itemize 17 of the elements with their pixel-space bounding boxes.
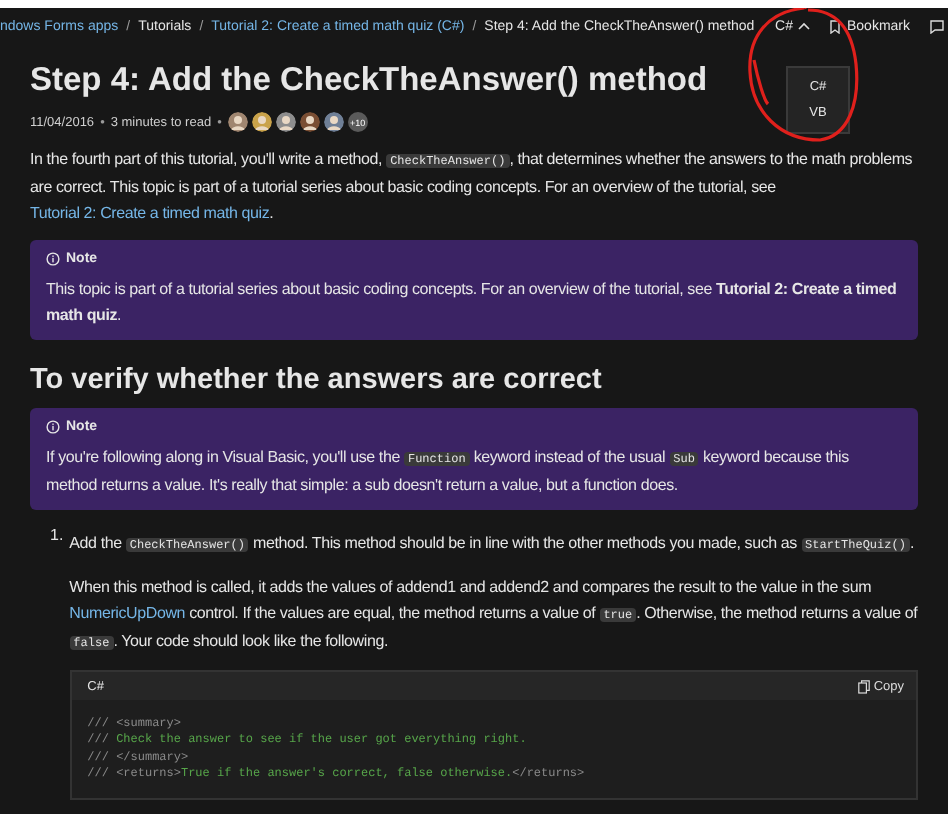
info-icon: [46, 252, 60, 266]
text-link[interactable]: Tutorial 2: Create a timed math quiz: [30, 204, 270, 222]
bookmark-icon: [830, 19, 841, 33]
step-number: 1.: [50, 524, 64, 548]
page-title: Step 4: Add the CheckTheAnswer() method: [30, 62, 708, 100]
avatar[interactable]: [323, 112, 344, 132]
avatar[interactable]: [299, 112, 320, 132]
note-text: This topic is part of a tutorial series about basic coding concepts. For an overview of the tutorial, see Tutorial 2: Create a timed math quiz.: [46, 278, 899, 328]
comment-icon[interactable]: [930, 19, 944, 33]
info-icon: [46, 420, 60, 434]
avatar[interactable]: [227, 112, 248, 132]
section-heading: To verify whether the answers are correct: [30, 364, 604, 396]
caret-icon: [798, 22, 811, 30]
copy-icon: [857, 679, 870, 693]
avatar[interactable]: [275, 112, 296, 132]
avatar[interactable]: [251, 112, 272, 132]
text-link[interactable]: NumericUpDown: [69, 604, 186, 622]
